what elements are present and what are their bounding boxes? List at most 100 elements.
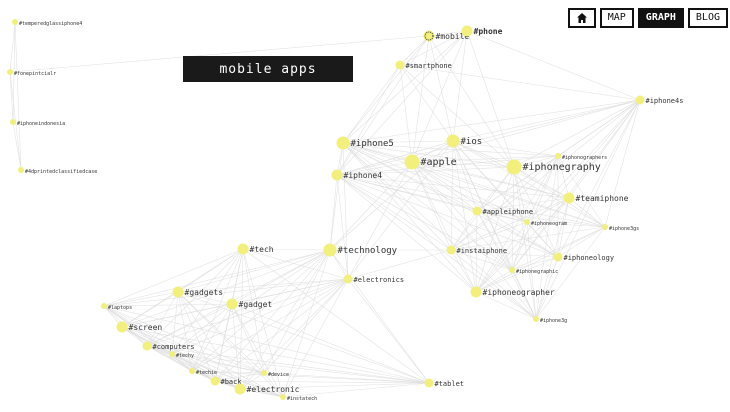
node-dot[interactable] xyxy=(210,376,220,386)
node-label[interactable]: #electronics xyxy=(354,276,405,284)
graph-node[interactable]: #screen xyxy=(116,321,163,333)
node-label[interactable]: #techie xyxy=(196,370,217,376)
node-label[interactable]: #ios xyxy=(461,137,483,147)
node-dot[interactable] xyxy=(7,69,13,75)
graph-node[interactable]: #technology xyxy=(323,243,398,257)
tag-network-graph[interactable]: #temperedglassiphone4 #fonepintcialr #ipho… xyxy=(0,0,730,412)
graph-node[interactable]: #temperedglassiphone4 xyxy=(12,19,82,27)
node-label[interactable]: #iphoneogram xyxy=(531,221,567,227)
graph-node[interactable]: #iphone5 xyxy=(336,136,394,150)
node-dot[interactable] xyxy=(331,169,343,181)
graph-node[interactable]: #iphone4s xyxy=(635,95,684,106)
node-dot[interactable] xyxy=(169,351,175,357)
node-label[interactable]: #electronic xyxy=(247,385,300,394)
node-label[interactable]: #technology xyxy=(338,246,398,256)
node-dot[interactable] xyxy=(261,370,267,376)
graph-node[interactable]: #iphonegraphy xyxy=(506,159,601,175)
graph-node[interactable]: #4dprintedclassifiedcase xyxy=(18,167,97,175)
graph-node[interactable]: #electronic xyxy=(234,383,300,395)
node-dot[interactable] xyxy=(635,95,645,105)
map-button[interactable]: MAP xyxy=(599,8,634,28)
graph-node[interactable]: #iphoneology xyxy=(553,252,615,263)
node-label[interactable]: #iphone3gs xyxy=(609,226,639,232)
node-dot[interactable] xyxy=(424,378,434,388)
graph-node[interactable]: #gadget xyxy=(226,298,273,310)
graph-node[interactable]: #instaiphone xyxy=(446,245,508,256)
graph-node[interactable]: #electronics xyxy=(343,274,405,285)
graph-node[interactable]: #ios xyxy=(446,134,483,148)
node-label[interactable]: #iphone3g xyxy=(540,318,567,324)
node-label[interactable]: #appleiphone xyxy=(483,208,534,216)
graph-node[interactable]: #device xyxy=(261,370,289,378)
node-dot[interactable] xyxy=(461,25,473,37)
node-dot[interactable] xyxy=(226,298,238,310)
node-label[interactable]: #instaiphone xyxy=(457,247,508,255)
node-label[interactable]: #techy xyxy=(176,353,194,359)
node-dot[interactable] xyxy=(509,267,515,273)
node-label[interactable]: #gadgets xyxy=(185,288,224,297)
node-dot[interactable] xyxy=(142,341,152,351)
graph-node[interactable]: #fonepintcialr xyxy=(7,69,56,77)
graph-node[interactable]: #iphone4 xyxy=(331,169,383,181)
node-dot[interactable] xyxy=(472,206,482,216)
node-dot[interactable] xyxy=(116,321,128,333)
node-dot[interactable] xyxy=(237,243,249,255)
node-label[interactable]: #temperedglassiphone4 xyxy=(19,21,82,27)
node-label[interactable]: #fonepintcialr xyxy=(14,71,56,77)
node-dot[interactable] xyxy=(506,159,522,175)
node-label[interactable]: #iphonographers xyxy=(562,155,607,161)
node-dot[interactable] xyxy=(446,245,456,255)
node-dot[interactable] xyxy=(524,219,530,225)
node-label[interactable]: #smartphone xyxy=(406,62,452,70)
graph-node[interactable]: #apple xyxy=(404,154,457,170)
node-dot[interactable] xyxy=(323,243,337,257)
node-label[interactable]: #device xyxy=(268,372,289,378)
node-dot[interactable] xyxy=(446,134,460,148)
graph-node[interactable]: #instatech xyxy=(280,394,317,402)
node-label[interactable]: #laptops xyxy=(108,305,132,311)
node-dot[interactable] xyxy=(533,316,539,322)
graph-node[interactable]: #tablet xyxy=(424,378,465,389)
graph-node[interactable]: #teamiphone xyxy=(563,192,629,204)
node-dot[interactable] xyxy=(189,368,195,374)
node-label[interactable]: #iphoneindonesia xyxy=(17,121,65,127)
node-label[interactable]: #phone xyxy=(474,27,503,36)
node-dot[interactable] xyxy=(18,167,24,173)
node-dot[interactable] xyxy=(470,286,482,298)
graph-node[interactable]: #laptops xyxy=(101,303,132,311)
node-label[interactable]: #iphoneographer xyxy=(483,288,555,297)
node-label[interactable]: #screen xyxy=(129,323,163,332)
node-dot[interactable] xyxy=(280,394,286,400)
graph-node[interactable]: #appleiphone xyxy=(472,206,534,217)
graph-node[interactable]: #iphoneindonesia xyxy=(10,119,65,127)
node-dot[interactable] xyxy=(395,60,405,70)
node-label[interactable]: #iphone5 xyxy=(351,139,394,149)
home-button[interactable] xyxy=(567,8,596,28)
node-label[interactable]: #iphone4 xyxy=(344,171,383,180)
node-label[interactable]: #tablet xyxy=(435,380,465,388)
node-dot[interactable] xyxy=(555,153,561,159)
blog-button[interactable]: BLOG xyxy=(687,8,728,28)
node-dot[interactable] xyxy=(553,252,563,262)
graph-node[interactable]: #iphoneographer xyxy=(470,286,555,298)
graph-node[interactable]: #iphonographers xyxy=(555,153,607,161)
node-label[interactable]: #apple xyxy=(421,157,457,168)
node-dot[interactable] xyxy=(404,154,420,170)
graph-node[interactable]: #techie xyxy=(189,368,217,376)
node-label[interactable]: #iphonegraphy xyxy=(523,162,601,173)
node-dot[interactable] xyxy=(12,19,18,25)
node-dot[interactable] xyxy=(172,286,184,298)
node-label[interactable]: #iphonegraphic xyxy=(516,269,558,275)
node-label[interactable]: #iphoneology xyxy=(564,254,615,262)
node-label[interactable]: #gadget xyxy=(239,300,273,309)
node-dot[interactable] xyxy=(343,274,353,284)
node-label[interactable]: #computers xyxy=(153,343,195,351)
graph-node[interactable]: #iphone3g xyxy=(533,316,567,324)
node-dot[interactable] xyxy=(10,119,16,125)
node-label[interactable]: #tech xyxy=(250,245,274,254)
node-label[interactable]: #teamiphone xyxy=(576,194,629,203)
node-label[interactable]: #iphone4s xyxy=(646,97,684,105)
node-dot[interactable] xyxy=(563,192,575,204)
node-dot[interactable] xyxy=(602,224,608,230)
graph-node[interactable]: #gadgets xyxy=(172,286,224,298)
